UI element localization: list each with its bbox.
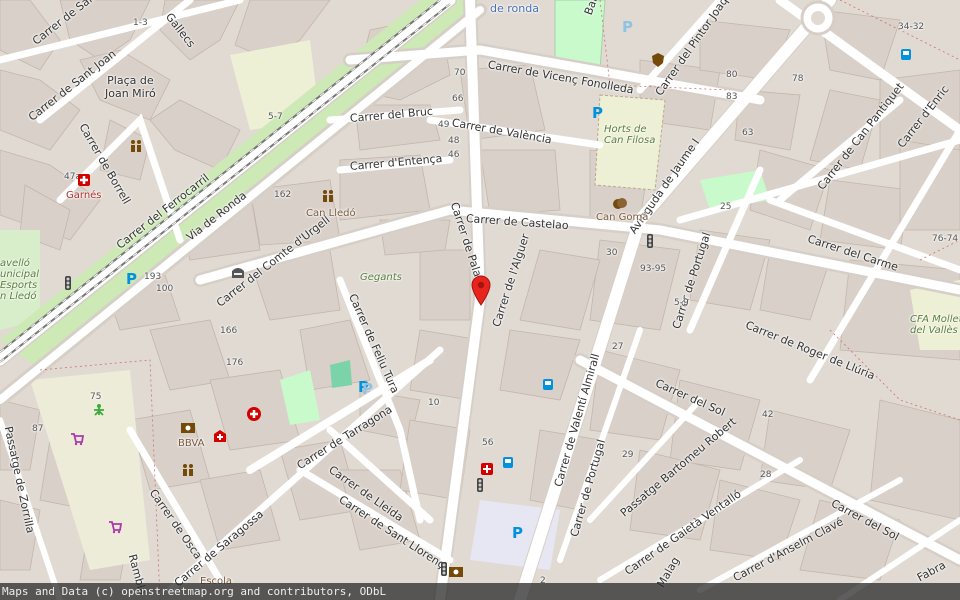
parking-icon[interactable]: P: [510, 524, 526, 540]
playground-icon[interactable]: [92, 402, 106, 416]
parking-icon[interactable]: P: [590, 104, 606, 120]
traffic-signals-icon[interactable]: [64, 276, 72, 290]
clinic-icon[interactable]: [212, 428, 228, 444]
traffic-signals-icon[interactable]: [646, 234, 654, 248]
place-label-garnes: Garnés: [66, 190, 102, 201]
bus-stop-icon[interactable]: [900, 48, 912, 62]
theatre-icon[interactable]: [612, 196, 628, 212]
traffic-signals-icon[interactable]: [440, 562, 448, 576]
house-number: 30: [606, 248, 618, 258]
house-number: 28: [760, 470, 772, 480]
police-icon[interactable]: [650, 52, 666, 68]
house-number: 42: [762, 410, 774, 420]
house-number: 93-95: [640, 264, 667, 274]
house-number: 75: [90, 392, 102, 402]
svg-text:P: P: [512, 524, 523, 540]
house-number: 193: [144, 272, 162, 282]
house-number: 80: [726, 70, 738, 80]
house-number: 70: [454, 68, 466, 78]
house-number: 29: [622, 450, 634, 460]
house-number: 87: [32, 424, 44, 434]
house-number: 49: [438, 120, 450, 130]
house-number: 100: [156, 284, 174, 294]
traffic-signals-icon[interactable]: [476, 478, 484, 492]
house-number: 78: [792, 74, 804, 84]
house-number: 34-32: [898, 22, 925, 32]
house-number: 83: [726, 92, 738, 102]
house-number: 10: [428, 398, 440, 408]
building-icon[interactable]: [230, 264, 246, 280]
pharmacy-icon[interactable]: [76, 172, 92, 188]
house-number: 27: [612, 342, 624, 352]
house-number: 5-9: [674, 298, 689, 308]
parking-icon[interactable]: P: [620, 18, 636, 34]
parking-icon[interactable]: P: [360, 380, 376, 396]
people-icon[interactable]: [128, 138, 144, 154]
place-label-can-goma: Can Gomà: [596, 212, 649, 223]
svg-text:P: P: [362, 380, 373, 396]
map-canvas[interactable]: Carrer de Sant Joan Carrer de Sant Joan …: [0, 0, 960, 600]
hospital-icon[interactable]: [246, 406, 262, 422]
house-number: 1-3: [133, 18, 148, 28]
people-icon[interactable]: [320, 188, 336, 204]
house-number: 176: [226, 358, 244, 368]
place-label-can-lledo: Can Lledó: [306, 208, 356, 219]
map-attribution[interactable]: Maps and Data (c) openstreetmap.org and …: [0, 583, 960, 600]
svg-text:P: P: [592, 104, 603, 120]
place-label-cfa-mollet: CFA Mollet del Vallès: [910, 314, 960, 336]
house-number: 5-7: [268, 112, 283, 122]
place-label-gegants: Gegants: [360, 272, 402, 283]
svg-text:P: P: [126, 270, 137, 286]
place-label-placa-joan-miro: Plaça de Joan Miró: [105, 74, 156, 100]
house-number: 25: [720, 202, 732, 212]
bus-stop-icon[interactable]: [542, 378, 554, 392]
house-number: 166: [220, 326, 238, 336]
house-number: 66: [452, 94, 464, 104]
parking-icon[interactable]: P: [124, 270, 140, 286]
house-number: 76-74: [932, 234, 959, 244]
svg-text:P: P: [622, 18, 633, 34]
location-marker-icon[interactable]: [470, 274, 492, 306]
house-number: 63: [742, 128, 754, 138]
house-number: 48: [448, 136, 460, 146]
bus-stop-icon[interactable]: [502, 456, 514, 470]
place-label-horts-can-filosa: Horts de Can Filosa: [604, 124, 656, 146]
atm-icon[interactable]: [448, 566, 464, 578]
shop-cart-icon[interactable]: [70, 432, 84, 446]
house-number: 46: [448, 150, 460, 160]
place-label-pavello: avelló unicipal Esports n Lledó: [0, 258, 39, 302]
house-number: 162: [274, 190, 292, 200]
pharmacy-icon[interactable]: [480, 462, 494, 476]
place-label-bbva: BBVA: [178, 438, 205, 449]
house-number: 56: [482, 438, 494, 448]
street-label-de-ronda: de ronda: [490, 2, 539, 15]
people-icon[interactable]: [180, 462, 196, 478]
atm-icon[interactable]: [180, 422, 196, 434]
shop-cart-icon[interactable]: [108, 520, 122, 534]
